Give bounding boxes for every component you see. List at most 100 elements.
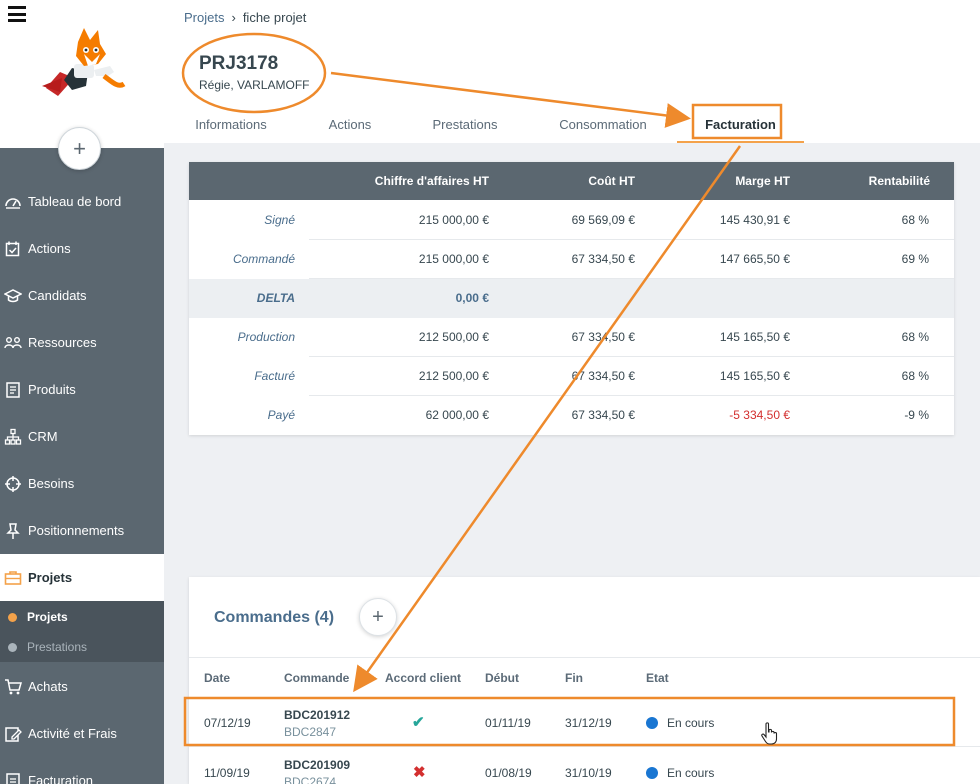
divider bbox=[189, 657, 980, 658]
financial-summary-table: Chiffre d'affaires HT Coût HT Marge HT R… bbox=[189, 162, 954, 435]
col-debut[interactable]: Début bbox=[485, 671, 519, 685]
status-label: En cours bbox=[667, 766, 715, 780]
project-tabs: Informations Actions Prestations Consomm… bbox=[164, 108, 980, 143]
people-icon bbox=[2, 332, 24, 354]
sidebar-item-label: Candidats bbox=[28, 288, 87, 303]
sidebar-item-positionnements[interactable]: Positionnements bbox=[0, 507, 164, 554]
inactive-dot-icon bbox=[8, 642, 17, 652]
order-subref: BDC2674 bbox=[284, 775, 337, 784]
briefcase-icon bbox=[2, 567, 24, 589]
cell-marge: 145 430,91 € bbox=[719, 213, 790, 227]
hamburger-icon[interactable] bbox=[8, 6, 26, 22]
sidebar-item-besoins[interactable]: Besoins bbox=[0, 460, 164, 507]
col-marge: Marge HT bbox=[735, 174, 790, 188]
cell-rentabilite: 68 % bbox=[901, 369, 929, 383]
document-icon bbox=[2, 379, 24, 401]
table-row-delta: DELTA 0,00 € bbox=[189, 279, 954, 318]
row-label: DELTA bbox=[256, 291, 295, 305]
order-ref: BDC201912 bbox=[284, 708, 351, 722]
breadcrumb-current: fiche projet bbox=[242, 10, 307, 25]
cross-icon: ✖ bbox=[413, 764, 426, 781]
sidebar-item-label: Achats bbox=[28, 679, 68, 694]
projets-submenu: Projets Prestations bbox=[0, 601, 164, 662]
table-row: Commandé 215 000,00 € 67 334,50 € 147 66… bbox=[189, 240, 954, 279]
subitem-projets[interactable]: Projets bbox=[0, 602, 164, 632]
col-fin[interactable]: Fin bbox=[565, 671, 583, 685]
order-fin: 31/10/19 bbox=[565, 766, 612, 780]
tab-prestations[interactable]: Prestations bbox=[422, 108, 508, 143]
cell-rentabilite: -9 % bbox=[904, 408, 929, 422]
cell-cout: 67 334,50 € bbox=[571, 252, 635, 266]
col-cout: Coût HT bbox=[588, 174, 635, 188]
cell-rentabilite: 69 % bbox=[901, 252, 929, 266]
sidebar-item-activite-frais[interactable]: Activité et Frais bbox=[0, 710, 164, 757]
sidebar-item-projets[interactable]: Projets bbox=[0, 554, 164, 601]
sidebar-item-actions[interactable]: Actions bbox=[0, 225, 164, 272]
cell-ca: 212 500,00 € bbox=[418, 330, 489, 344]
cell-marge: 145 165,50 € bbox=[719, 330, 790, 344]
sidebar-item-label: Tableau de bord bbox=[28, 194, 122, 209]
sidebar-item-crm[interactable]: CRM bbox=[0, 413, 164, 460]
subitem-label: Prestations bbox=[27, 640, 88, 654]
tab-actions[interactable]: Actions bbox=[316, 108, 384, 143]
col-chiffre-affaires: Chiffre d'affaires HT bbox=[374, 174, 489, 188]
order-debut: 01/11/19 bbox=[485, 716, 531, 730]
sidebar-item-facturation[interactable]: Facturation bbox=[0, 757, 164, 784]
subitem-prestations[interactable]: Prestations bbox=[0, 632, 164, 662]
col-etat[interactable]: Etat bbox=[646, 671, 669, 685]
sidebar-item-produits[interactable]: Produits bbox=[0, 366, 164, 413]
col-date[interactable]: Date bbox=[204, 671, 230, 685]
sidebar-item-ressources[interactable]: Ressources bbox=[0, 319, 164, 366]
project-subtitle: Régie, VARLAMOFF bbox=[199, 78, 310, 92]
sidebar-item-candidats[interactable]: Candidats bbox=[0, 272, 164, 319]
cell-cout: 67 334,50 € bbox=[571, 369, 635, 383]
cell-ca: 215 000,00 € bbox=[418, 213, 489, 227]
sidebar-item-label: Projets bbox=[28, 570, 73, 585]
orders-title: Commandes (4) bbox=[214, 609, 335, 626]
sidebar-item-tableau-de-bord[interactable]: Tableau de bord bbox=[0, 178, 164, 225]
sidebar-item-label: Positionnements bbox=[28, 523, 125, 538]
row-label: Facturé bbox=[254, 369, 295, 383]
active-dot-icon bbox=[8, 612, 17, 622]
row-label: Production bbox=[237, 330, 295, 344]
project-header: Projets › fiche projet PRJ3178 Régie, VA… bbox=[164, 0, 980, 143]
add-order-button[interactable]: + bbox=[359, 598, 397, 636]
col-accord-client[interactable]: Accord client bbox=[385, 671, 461, 685]
invoice-icon bbox=[2, 770, 24, 784]
quick-add-button[interactable]: + bbox=[58, 127, 101, 170]
hand-cursor-icon bbox=[761, 722, 778, 745]
order-date: 07/12/19 bbox=[204, 716, 251, 730]
sidebar-item-label: Ressources bbox=[28, 335, 97, 350]
cell-rentabilite: 68 % bbox=[901, 213, 929, 227]
col-commande[interactable]: Commande bbox=[284, 671, 349, 685]
chevron-right-icon: › bbox=[231, 10, 236, 25]
tab-facturation[interactable]: Facturation bbox=[677, 108, 804, 143]
graduation-cap-icon bbox=[2, 285, 24, 307]
cell-ca: 62 000,00 € bbox=[425, 408, 489, 422]
order-row[interactable]: 07/12/19 BDC201912 BDC2847 ✔ 01/11/19 31… bbox=[189, 697, 980, 747]
cell-cout: 69 569,09 € bbox=[571, 213, 635, 227]
sidebar-item-label: Produits bbox=[28, 382, 76, 397]
cell-rentabilite: 68 % bbox=[901, 330, 929, 344]
order-ref: BDC201909 bbox=[284, 758, 351, 772]
table-row: Production 212 500,00 € 67 334,50 € 145 … bbox=[189, 318, 954, 357]
tab-consommation[interactable]: Consommation bbox=[549, 108, 657, 143]
sidebar-item-label: Facturation bbox=[28, 773, 94, 784]
tab-informations[interactable]: Informations bbox=[182, 108, 280, 143]
table-header: Chiffre d'affaires HT Coût HT Marge HT R… bbox=[189, 162, 954, 200]
dashboard-icon bbox=[2, 191, 24, 213]
fox-logo bbox=[42, 28, 126, 96]
order-row[interactable]: 11/09/19 BDC201909 BDC2674 ✖ 01/08/19 31… bbox=[189, 747, 980, 784]
row-label: Payé bbox=[267, 408, 295, 422]
sidebar-item-label: Besoins bbox=[28, 476, 75, 491]
status-dot-icon bbox=[646, 767, 658, 779]
breadcrumb-projets-link[interactable]: Projets bbox=[184, 10, 224, 25]
row-label: Commandé bbox=[232, 252, 295, 266]
sidebar-item-achats[interactable]: Achats bbox=[0, 663, 164, 710]
cell-marge: 147 665,50 € bbox=[719, 252, 790, 266]
table-row: Signé 215 000,00 € 69 569,09 € 145 430,9… bbox=[189, 201, 954, 240]
sidebar-item-label: Actions bbox=[28, 241, 71, 256]
order-date: 11/09/19 bbox=[204, 766, 250, 780]
order-status: En cours bbox=[646, 766, 714, 780]
cell-ca: 0,00 € bbox=[455, 291, 489, 305]
